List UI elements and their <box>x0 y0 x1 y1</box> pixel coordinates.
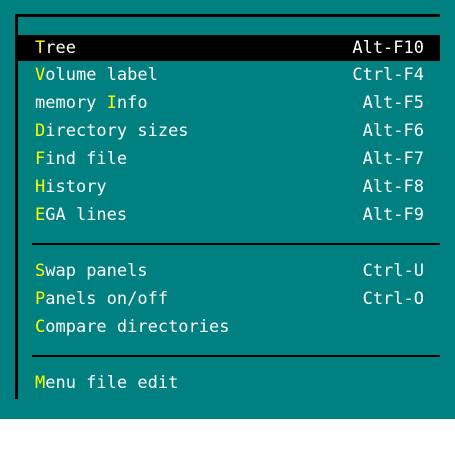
menu-item-label: Panels on/off <box>35 289 169 309</box>
menu-item-label: memory Info <box>35 93 148 113</box>
menu-item-ega-lines[interactable]: EGA lines Alt-F9 <box>17 202 440 228</box>
menu-item-label: Compare directories <box>35 317 230 337</box>
menu-item-label: Find file <box>35 149 128 169</box>
menu-item-label: Menu file edit <box>35 373 179 393</box>
hotkey-letter: S <box>35 261 46 281</box>
shortcut-label: Alt-F8 <box>362 177 424 197</box>
menu-item-memory-info[interactable]: memory Info Alt-F5 <box>17 90 440 116</box>
menu-item-label: Tree <box>35 38 76 58</box>
shortcut-label: Alt-F7 <box>362 149 424 169</box>
menu-item-volume-label[interactable]: Volume label Ctrl-F4 <box>17 62 440 88</box>
menu-item-swap-panels[interactable]: Swap panels Ctrl-U <box>17 258 440 284</box>
menu-separator <box>32 355 440 357</box>
shortcut-label: Alt-F5 <box>362 93 424 113</box>
menu-item-tree[interactable]: Tree Alt-F10 <box>17 35 440 61</box>
hotkey-letter: T <box>35 38 46 58</box>
shortcut-label: Alt-F9 <box>362 205 424 225</box>
menu-item-compare-directories[interactable]: Compare directories <box>17 314 440 340</box>
shortcut-label: Ctrl-O <box>362 289 424 309</box>
shortcut-label: Alt-F10 <box>352 38 424 58</box>
hotkey-letter: E <box>35 205 46 225</box>
hotkey-letter: C <box>35 317 46 337</box>
menu-item-history[interactable]: History Alt-F8 <box>17 174 440 200</box>
menu-item-panels-on-off[interactable]: Panels on/off Ctrl-O <box>17 286 440 312</box>
menu-item-label: Directory sizes <box>35 121 189 141</box>
hotkey-letter: M <box>35 373 46 393</box>
menu-item-label: Volume label <box>35 65 158 85</box>
commands-menu: Tree Alt-F10 Volume label Ctrl-F4 memory… <box>0 0 455 419</box>
hotkey-letter: H <box>35 177 46 197</box>
hotkey-letter: P <box>35 289 46 309</box>
hotkey-letter: I <box>106 93 117 113</box>
menu-item-label: History <box>35 177 107 197</box>
hotkey-letter: D <box>35 121 46 141</box>
shortcut-label: Alt-F6 <box>362 121 424 141</box>
menu-item-label: EGA lines <box>35 205 128 225</box>
menu-separator <box>32 243 440 245</box>
hotkey-letter: V <box>35 65 46 85</box>
menu-item-find-file[interactable]: Find file Alt-F7 <box>17 146 440 172</box>
hotkey-letter: F <box>35 149 46 169</box>
menu-item-directory-sizes[interactable]: Directory sizes Alt-F6 <box>17 118 440 144</box>
menu-item-label: Swap panels <box>35 261 148 281</box>
menu-item-menu-file-edit[interactable]: Menu file edit <box>17 370 440 396</box>
shortcut-label: Ctrl-F4 <box>352 65 424 85</box>
shortcut-label: Ctrl-U <box>362 261 424 281</box>
